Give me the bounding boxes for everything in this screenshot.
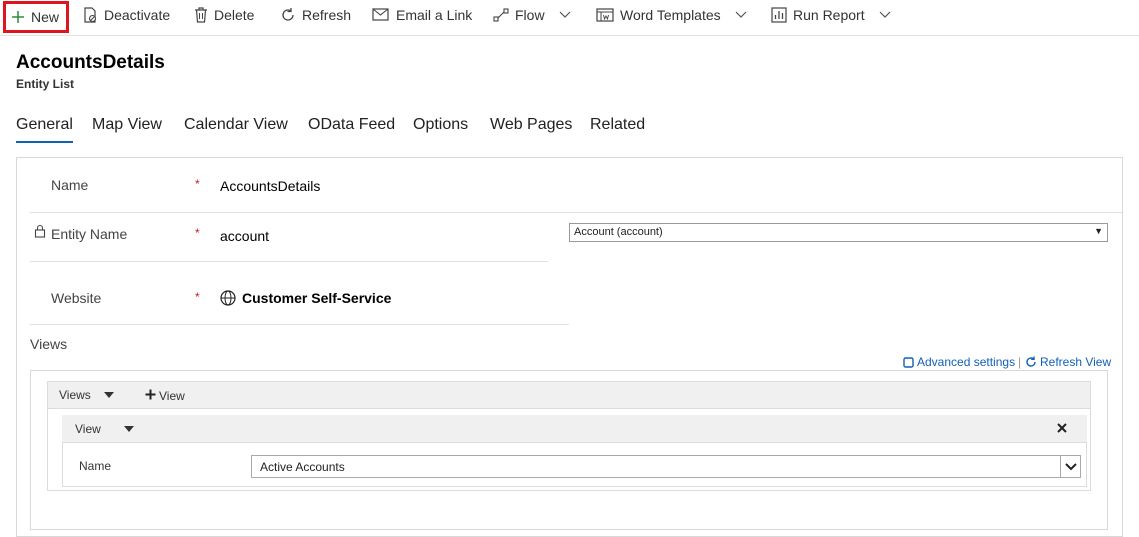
link-separator: | xyxy=(1018,355,1022,369)
entity-select-value: Account (account) xyxy=(574,226,663,238)
divider xyxy=(30,212,1122,213)
views-section-label: Views xyxy=(30,336,68,352)
chevron-down-icon xyxy=(879,11,891,18)
run-report-label: Run Report xyxy=(793,7,865,23)
flow-icon xyxy=(493,8,509,22)
chevron-down-icon xyxy=(735,11,747,18)
word-templates-label: Word Templates xyxy=(620,7,721,23)
delete-label: Delete xyxy=(214,7,255,23)
close-icon[interactable] xyxy=(1057,423,1067,433)
views-dropdown[interactable]: Views xyxy=(59,388,91,402)
view-card-label[interactable]: View xyxy=(75,422,101,436)
lock-icon xyxy=(34,224,46,238)
deactivate-icon xyxy=(84,7,97,23)
entity-select[interactable]: Account (account) ▼ xyxy=(569,223,1108,242)
entity-name-label: Entity Name xyxy=(51,226,128,242)
report-icon xyxy=(771,7,787,23)
tab-related[interactable]: Related xyxy=(590,116,645,134)
view-name-select[interactable]: Active Accounts xyxy=(251,455,1081,478)
tab-general[interactable]: General xyxy=(16,116,73,134)
flow-label: Flow xyxy=(515,7,545,23)
tab-odata-feed[interactable]: OData Feed xyxy=(308,116,395,134)
page-subtitle: Entity List xyxy=(16,77,75,91)
trash-icon xyxy=(195,7,207,23)
required-indicator: * xyxy=(195,226,200,240)
plus-icon xyxy=(145,389,156,400)
flow-button[interactable]: Flow xyxy=(493,0,571,30)
chevron-down-icon xyxy=(1060,456,1080,477)
dropdown-arrow-icon: ▼ xyxy=(1094,226,1103,236)
tab-options[interactable]: Options xyxy=(413,116,468,134)
word-templates-icon xyxy=(596,8,614,22)
advanced-settings-label: Advanced settings xyxy=(917,355,1016,369)
required-indicator: * xyxy=(195,177,200,191)
email-link-icon xyxy=(372,8,389,21)
website-label: Website xyxy=(51,290,102,306)
checkbox-icon xyxy=(903,356,914,368)
email-link-label: Email a Link xyxy=(396,7,473,23)
caret-down-icon[interactable] xyxy=(104,392,114,398)
plus-icon xyxy=(12,11,24,23)
views-toolbar xyxy=(47,381,1091,409)
advanced-settings-link[interactable]: Advanced settings xyxy=(903,355,1015,369)
tab-calendar-view[interactable]: Calendar View xyxy=(184,116,288,134)
refresh-label: Refresh xyxy=(302,7,352,23)
entity-name-field: account xyxy=(220,228,270,244)
divider xyxy=(30,261,548,262)
new-label: New xyxy=(31,9,60,25)
active-tab-indicator xyxy=(16,141,73,143)
required-indicator: * xyxy=(195,290,200,304)
new-button[interactable]: New xyxy=(3,1,69,33)
run-report-button[interactable]: Run Report xyxy=(771,0,891,30)
globe-icon xyxy=(220,290,236,306)
view-name-label: Name xyxy=(79,459,112,473)
word-templates-button[interactable]: Word Templates xyxy=(596,0,747,30)
website-link[interactable]: Customer Self-Service xyxy=(242,290,391,306)
tab-web-pages[interactable]: Web Pages xyxy=(490,116,572,134)
name-field[interactable]: AccountsDetails xyxy=(220,178,320,194)
refresh-button[interactable]: Refresh xyxy=(280,0,351,30)
refresh-view-link[interactable]: Refresh View xyxy=(1025,355,1111,369)
deactivate-button[interactable]: Deactivate xyxy=(82,0,170,30)
view-card-header xyxy=(62,415,1087,443)
name-label: Name xyxy=(51,177,89,193)
add-view-button[interactable]: View xyxy=(159,389,185,403)
deactivate-label: Deactivate xyxy=(104,7,171,23)
delete-button[interactable]: Delete xyxy=(194,0,254,30)
command-bar: New Deactivate Delete Refresh Email a Li… xyxy=(0,0,1139,36)
divider xyxy=(30,324,569,325)
refresh-view-label: Refresh View xyxy=(1040,355,1112,369)
view-name-value: Active Accounts xyxy=(260,460,345,474)
refresh-icon xyxy=(282,8,294,21)
email-link-button[interactable]: Email a Link xyxy=(372,0,472,30)
page-title: AccountsDetails xyxy=(16,52,165,73)
tab-map-view[interactable]: Map View xyxy=(92,116,162,134)
refresh-icon xyxy=(1026,356,1036,367)
caret-down-icon[interactable] xyxy=(124,426,134,432)
chevron-down-icon xyxy=(559,11,570,18)
